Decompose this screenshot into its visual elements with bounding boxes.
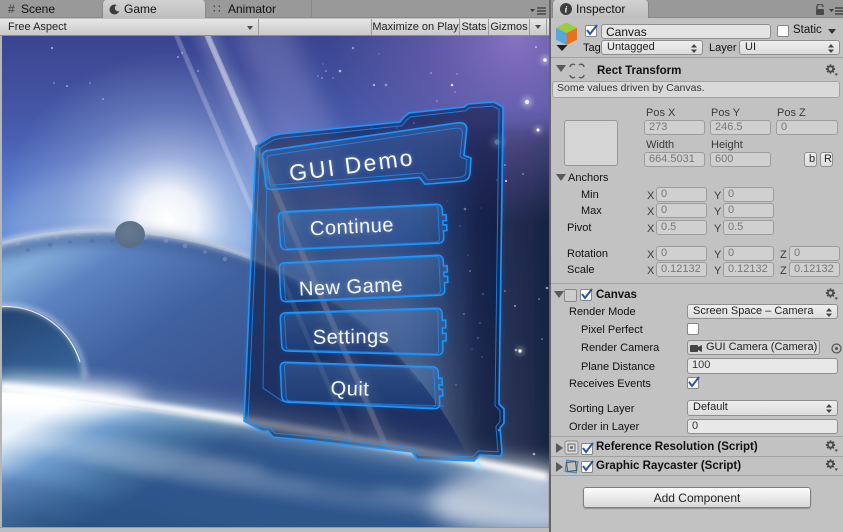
svg-text:Quit: Quit bbox=[330, 378, 369, 401]
svg-text:Continue: Continue bbox=[309, 214, 394, 240]
svg-text:Settings: Settings bbox=[313, 326, 390, 349]
